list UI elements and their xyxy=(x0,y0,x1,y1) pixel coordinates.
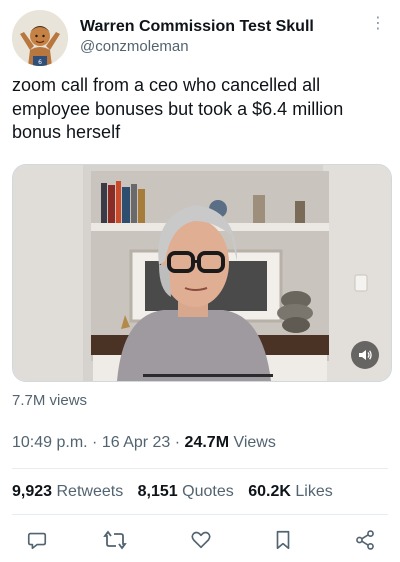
views-count: 24.7M xyxy=(184,434,230,451)
tweet-date[interactable]: 16 Apr 23 xyxy=(102,434,171,451)
likes-label: Likes xyxy=(295,483,333,500)
tweet-text: zoom call from a ceo who cancelled all e… xyxy=(12,75,344,142)
quotes-stat[interactable]: 8,151 Quotes xyxy=(138,483,234,500)
like-icon[interactable] xyxy=(186,525,216,555)
svg-text:6: 6 xyxy=(38,59,42,66)
volume-icon[interactable] xyxy=(351,341,379,369)
tweet-meta: 10:49 p.m. · 16 Apr 23 · 24.7M Views xyxy=(12,434,276,452)
retweets-stat[interactable]: 9,923 Retweets xyxy=(12,483,123,500)
quotes-label: Quotes xyxy=(182,483,234,500)
likes-stat[interactable]: 60.2K Likes xyxy=(248,483,333,500)
separator: · xyxy=(87,434,102,451)
bookmark-icon[interactable] xyxy=(268,525,298,555)
retweets-label: Retweets xyxy=(56,483,124,500)
video-player[interactable] xyxy=(12,164,392,382)
quotes-count: 8,151 xyxy=(137,483,178,500)
avatar[interactable]: 6 xyxy=(12,10,68,66)
more-icon[interactable]: ⋮ xyxy=(370,16,386,32)
display-name[interactable]: Warren Commission Test Skull xyxy=(80,17,314,37)
tweet-time[interactable]: 10:49 p.m. xyxy=(12,434,88,451)
divider xyxy=(12,514,388,515)
engagement-stats: 9,923 Retweets 8,151 Quotes 60.2K Likes xyxy=(12,483,343,501)
video-frame xyxy=(13,165,391,381)
video-views: 7.7M views xyxy=(12,392,88,409)
handle[interactable]: @conzmoleman xyxy=(80,37,314,57)
action-bar xyxy=(20,525,380,555)
avatar-cartoon-icon: 6 xyxy=(12,10,68,66)
retweets-count: 9,923 xyxy=(12,483,53,500)
retweet-icon[interactable] xyxy=(100,525,130,555)
author-names: Warren Commission Test Skull @conzmolema… xyxy=(80,17,314,57)
separator: · xyxy=(170,434,185,451)
tweet-header: 6 Warren Commission Test Skull @conzmole… xyxy=(12,10,388,68)
divider xyxy=(12,468,388,469)
likes-count: 60.2K xyxy=(248,483,291,500)
views-label: Views xyxy=(229,434,276,451)
share-icon[interactable] xyxy=(350,525,380,555)
reply-icon[interactable] xyxy=(22,525,52,555)
